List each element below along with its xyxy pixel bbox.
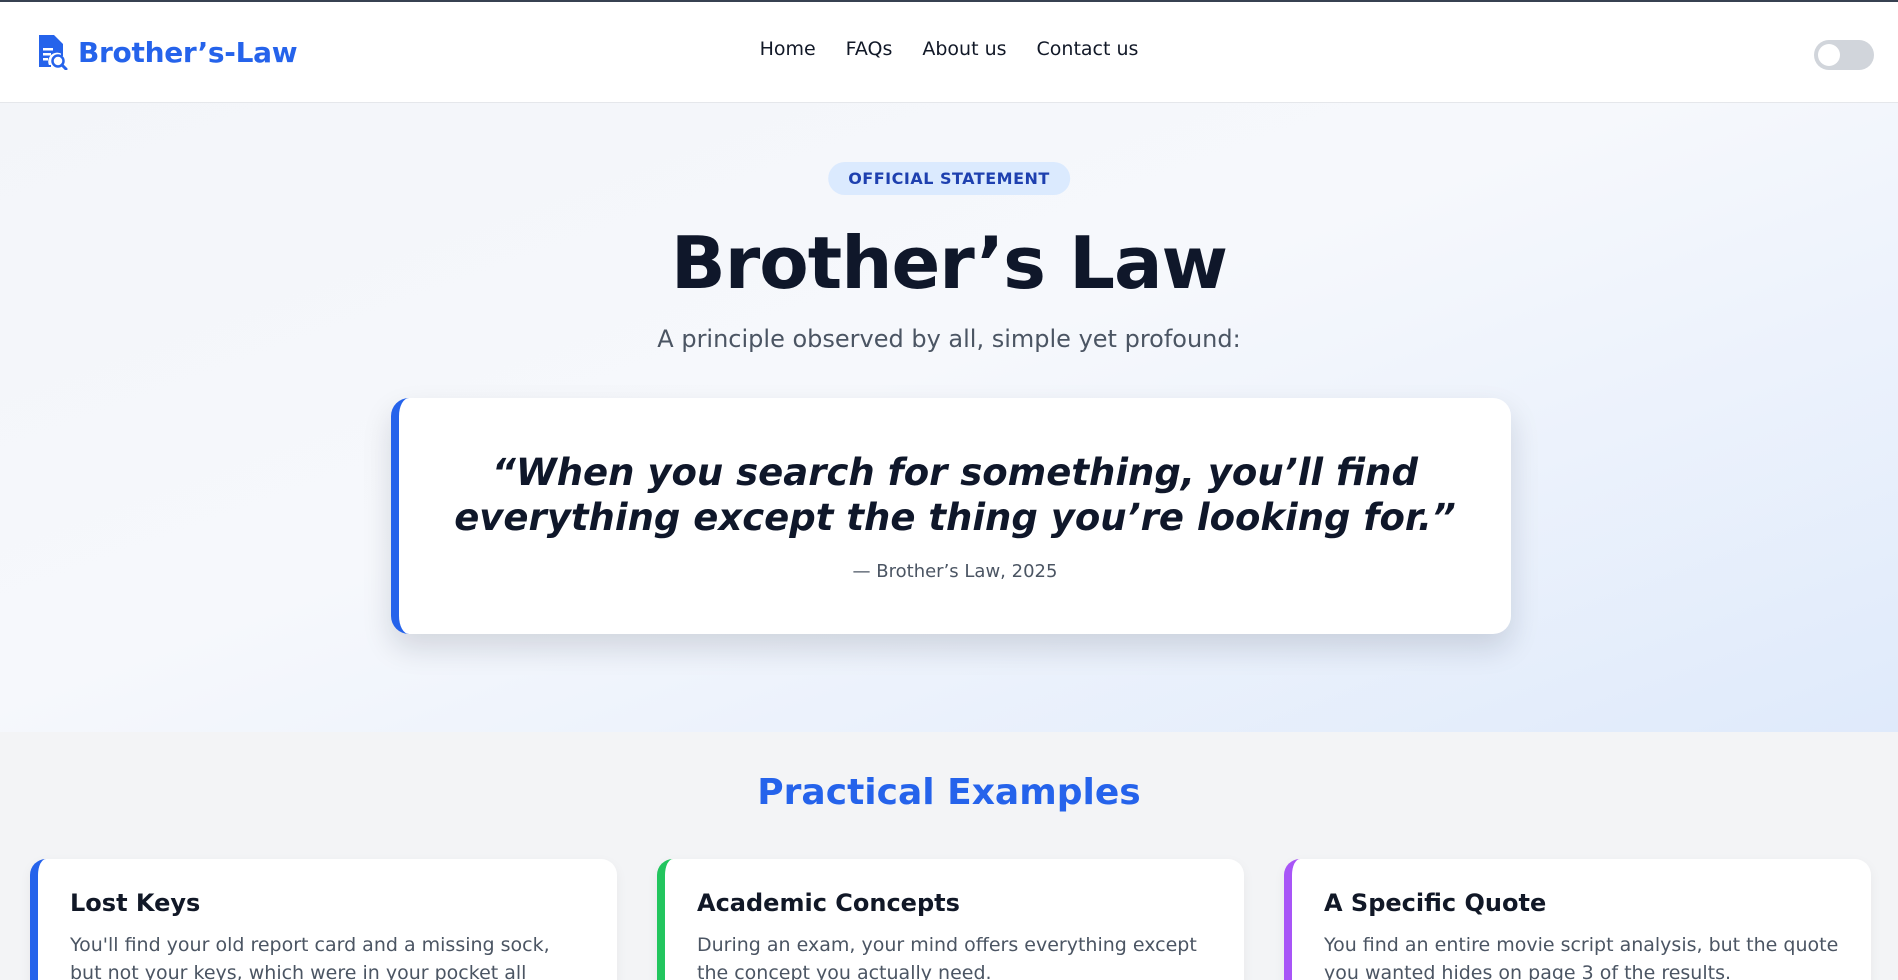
site-header: Brother’s-Law Home FAQs About us Contact… — [0, 2, 1898, 103]
nav-contact-us[interactable]: Contact us — [1037, 38, 1139, 60]
examples-section: Practical Examples Lost Keys You'll find… — [0, 732, 1898, 980]
card-title: Academic Concepts — [697, 889, 960, 917]
hero-section: OFFICIAL STATEMENT Brother’s Law A princ… — [0, 103, 1898, 732]
card-body: During an exam, your mind offers everyth… — [697, 934, 1197, 980]
hero-subtitle: A principle observed by all, simple yet … — [657, 325, 1241, 353]
example-card-academic-concepts: Academic Concepts During an exam, your m… — [657, 859, 1244, 980]
nav-home[interactable]: Home — [760, 38, 816, 60]
card-title: Lost Keys — [70, 889, 201, 917]
example-card-specific-quote: A Specific Quote You find an entire movi… — [1284, 859, 1871, 980]
card-body: You'll find your old report card and a m… — [70, 934, 550, 980]
theme-toggle[interactable] — [1814, 40, 1874, 70]
nav-about-us[interactable]: About us — [922, 38, 1006, 60]
toggle-knob — [1818, 44, 1840, 66]
card-body: You find an entire movie script analysis… — [1324, 934, 1839, 980]
statement-badge: OFFICIAL STATEMENT — [828, 162, 1070, 195]
examples-cards: Lost Keys You'll find your old report ca… — [30, 859, 1871, 980]
main-nav: Home FAQs About us Contact us — [0, 38, 1898, 60]
page-title: Brother’s Law — [670, 221, 1228, 305]
card-title: A Specific Quote — [1324, 889, 1547, 917]
examples-title: Practical Examples — [757, 772, 1141, 813]
quote-card: “When you search for something, you’ll f… — [391, 398, 1511, 634]
nav-faqs[interactable]: FAQs — [846, 38, 893, 60]
quote-text: “When you search for something, you’ll f… — [454, 451, 1456, 539]
example-card-lost-keys: Lost Keys You'll find your old report ca… — [30, 859, 617, 980]
quote-citation: — Brother’s Law, 2025 — [852, 561, 1058, 582]
